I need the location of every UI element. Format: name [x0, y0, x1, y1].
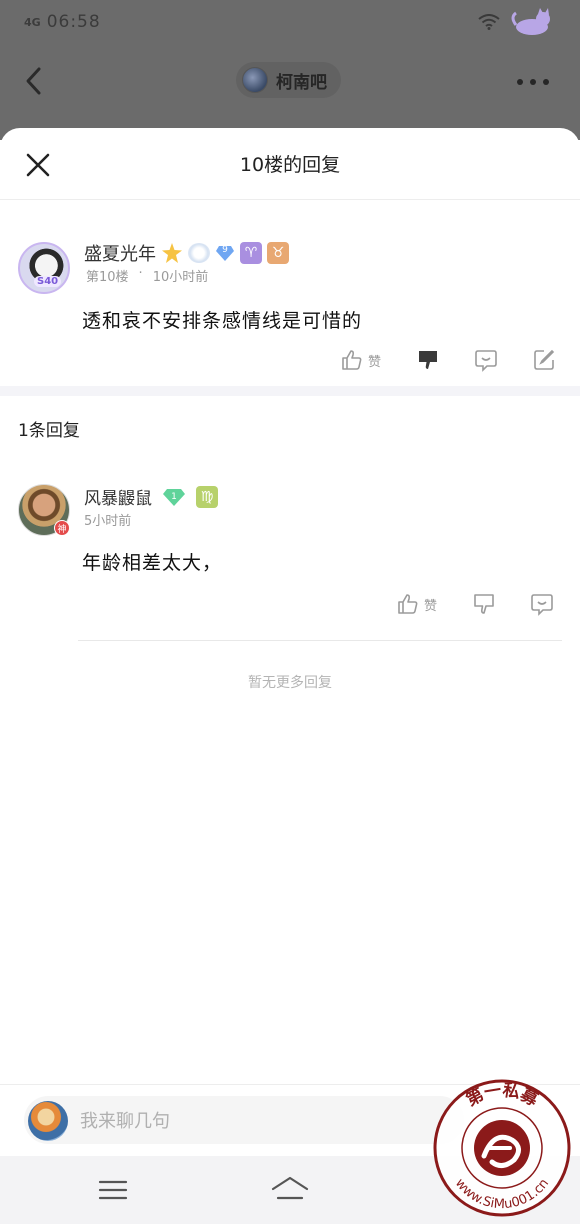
back-icon[interactable]: [22, 66, 46, 96]
comment-button[interactable]: [530, 592, 554, 616]
aries-icon: ♈: [240, 242, 262, 264]
thumbs-down-icon: [419, 351, 437, 369]
username[interactable]: 风暴鼹鼠: [84, 484, 152, 509]
sheet-header: 10楼的回复: [0, 128, 580, 200]
watermark-logo: [474, 1120, 530, 1176]
edit-button[interactable]: [532, 348, 556, 372]
meta-separator: ·: [138, 266, 143, 281]
wifi-icon: [478, 14, 500, 30]
forum-chip[interactable]: 柯南吧: [236, 62, 341, 98]
edit-icon: [534, 349, 555, 370]
taurus-icon: ♉: [267, 242, 289, 264]
post-user-row: 盛夏光年 9 ♈ ♉: [84, 240, 289, 266]
like-label: 赞: [424, 598, 438, 614]
reply-text: 年龄相差太大，: [82, 552, 223, 574]
virgo-icon: ♍: [196, 485, 218, 508]
diamond-badge: 9: [215, 243, 235, 263]
cat-sticker-icon: [511, 8, 550, 35]
top-bar: 柯南吧: [0, 50, 580, 110]
like-button[interactable]: 赞: [340, 348, 381, 372]
username[interactable]: 盛夏光年: [84, 240, 156, 266]
post-meta: 第10楼 · 10小时前: [86, 266, 208, 285]
forum-name: 柯南吧: [276, 72, 327, 93]
thumbs-down-icon: [474, 594, 494, 614]
reply-time: 5小时前: [84, 514, 132, 529]
god-tag: 神: [54, 520, 70, 536]
more-icon[interactable]: [516, 78, 550, 86]
watermark-stamp: 第一私募 www.SiMu001.cn: [433, 1079, 571, 1217]
bubble-badge-icon: [188, 243, 210, 263]
section-divider: [0, 386, 580, 396]
post-text: 透和哀不安排条感情线是可惜的: [82, 310, 363, 332]
status-bar: 4G 06:58: [0, 0, 580, 44]
floor-number: 第10楼: [86, 270, 129, 285]
like-label: 赞: [368, 354, 382, 370]
comment-button[interactable]: [474, 348, 498, 372]
comment-icon: [475, 350, 497, 372]
reply-separator: [78, 640, 562, 641]
reply-item: 神 风暴鼹鼠 1 ♍ 5小时前 年龄相差太大， 赞: [0, 468, 580, 648]
signal-indicator: 4G: [24, 15, 41, 29]
star-badge-icon: [162, 243, 182, 263]
thumbs-up-icon: [342, 350, 362, 370]
reply-sheet: 10楼的回复 S40 盛夏光年 9 ♈ ♉ 第10楼 · 10小时前 透和哀不安…: [0, 128, 580, 1224]
post-time: 10小时前: [152, 270, 209, 285]
no-more-replies: 暂无更多回复: [248, 675, 332, 691]
home-icon[interactable]: [270, 1174, 310, 1204]
like-button[interactable]: 赞: [396, 592, 437, 616]
sheet-title: 10楼的回复: [239, 154, 341, 176]
level-badge: 1: [162, 487, 186, 507]
menu-icon[interactable]: [98, 1178, 128, 1202]
comment-input[interactable]: 我来聊几句: [24, 1096, 464, 1144]
status-time: 06:58: [46, 12, 101, 32]
dislike-button[interactable]: [416, 348, 440, 372]
post-actions: 赞: [0, 348, 580, 378]
dislike-button[interactable]: [472, 592, 496, 616]
main-post: S40 盛夏光年 9 ♈ ♉ 第10楼 · 10小时前 透和哀不安排条感情线是可…: [0, 200, 580, 386]
forum-avatar: [242, 67, 268, 93]
diamond-level: 9: [222, 245, 228, 255]
comment-icon: [531, 594, 553, 616]
reply-actions: 赞: [0, 592, 580, 622]
thumbs-up-icon: [398, 594, 418, 614]
level-tag: S40: [34, 276, 62, 287]
reply-count: 1条回复: [18, 421, 80, 441]
badge-level: 1: [171, 491, 177, 502]
reply-user-row: 风暴鼹鼠 1 ♍: [84, 484, 218, 509]
avatar: [28, 1101, 68, 1141]
